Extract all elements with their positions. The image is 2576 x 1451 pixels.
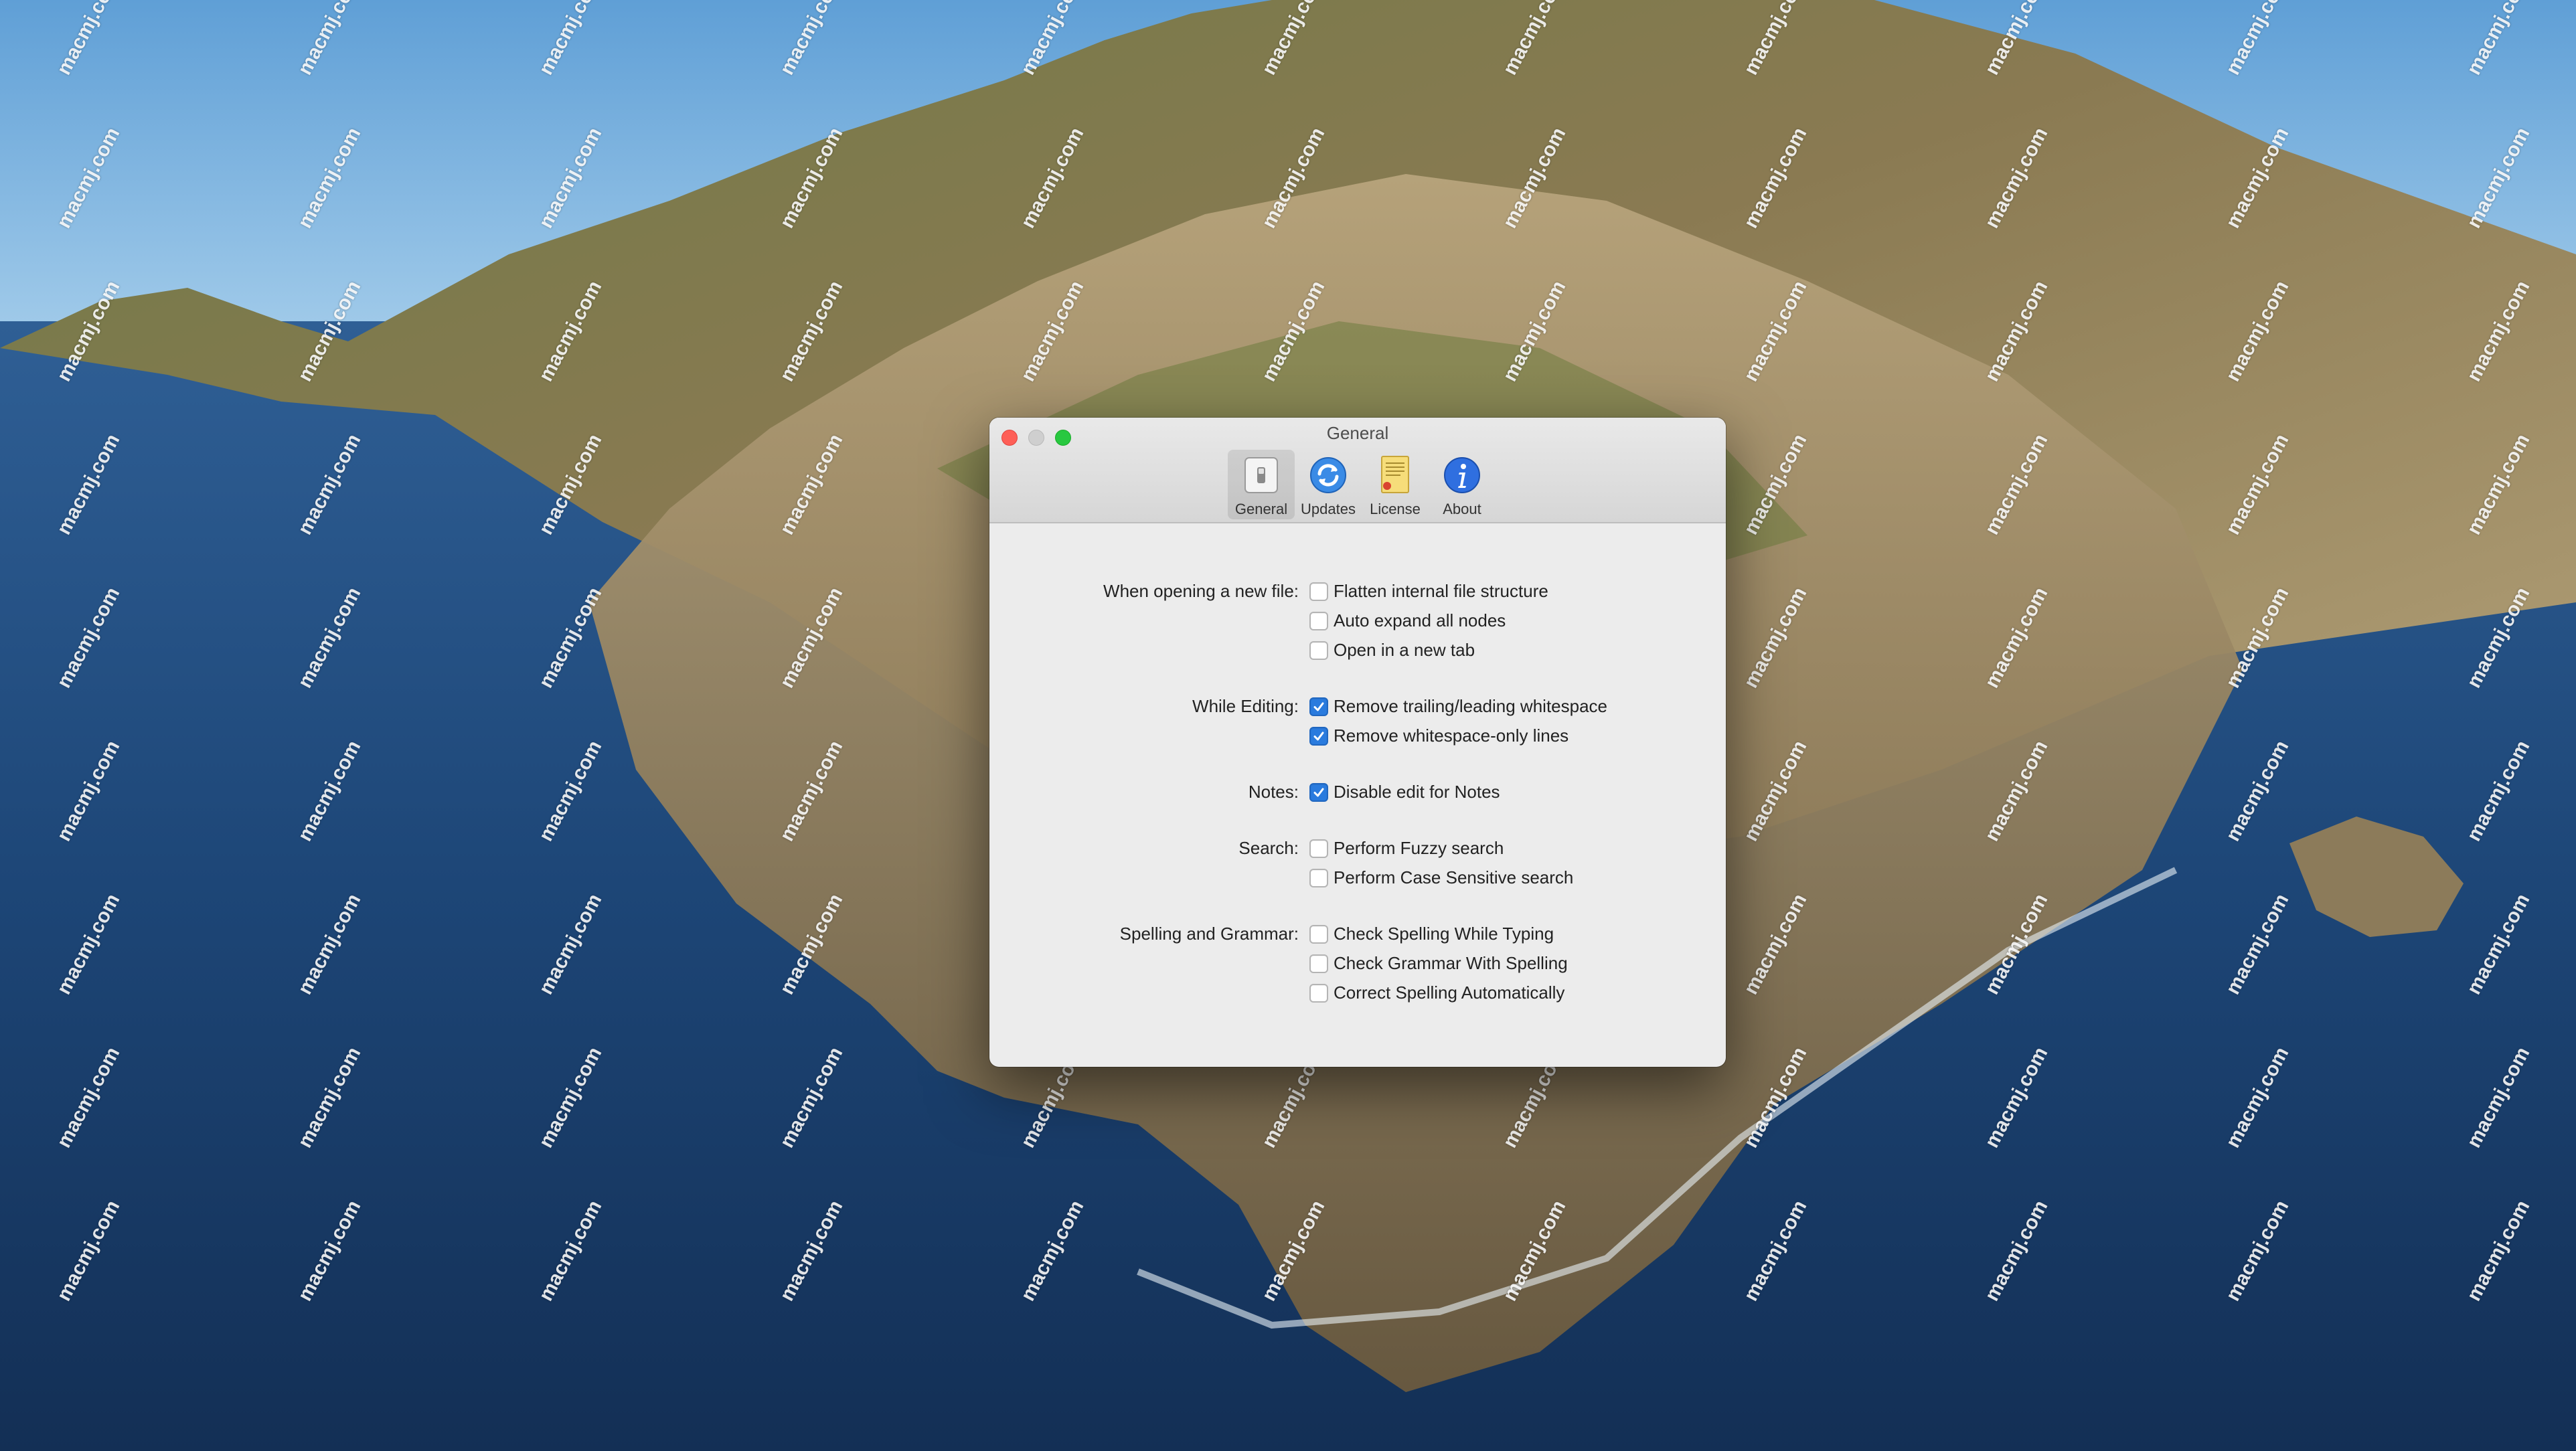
- toolbar-tab-updates[interactable]: Updates: [1295, 450, 1362, 519]
- checkbox-label[interactable]: Correct Spelling Automatically: [1334, 983, 1564, 1003]
- general-preferences-pane: When opening a new file: Flatten interna…: [989, 523, 1726, 1067]
- checkbox-label[interactable]: Check Spelling While Typing: [1334, 924, 1554, 944]
- group-label-notes: Notes:: [1248, 782, 1299, 802]
- checkbox-label[interactable]: Remove whitespace-only lines: [1334, 726, 1568, 746]
- disable-edit-notes-checkbox[interactable]: [1309, 783, 1328, 802]
- auto-expand-checkbox[interactable]: [1309, 612, 1328, 630]
- remove-trailing-whitespace-checkbox[interactable]: [1309, 697, 1328, 716]
- option-row[interactable]: Check Grammar With Spelling: [989, 950, 1726, 980]
- toolbar-tab-about[interactable]: About: [1429, 450, 1496, 519]
- check-grammar-checkbox[interactable]: [1309, 954, 1328, 973]
- flatten-structure-checkbox[interactable]: [1309, 582, 1328, 601]
- checkmark-icon: [1313, 788, 1324, 797]
- case-sensitive-search-checkbox[interactable]: [1309, 869, 1328, 887]
- group-label-search: Search:: [1238, 838, 1299, 858]
- option-row[interactable]: Perform Case Sensitive search: [989, 865, 1726, 894]
- toolbar-tab-label: About: [1443, 501, 1481, 517]
- option-row[interactable]: Notes: Disable edit for Notes: [989, 779, 1726, 808]
- window-title: General: [1326, 423, 1389, 443]
- checkbox-label[interactable]: Perform Case Sensitive search: [1334, 867, 1573, 888]
- checkmark-icon: [1313, 702, 1324, 711]
- license-certificate-icon: [1381, 456, 1409, 493]
- toolbar-tab-label: General: [1234, 501, 1288, 517]
- checkbox-label[interactable]: Disable edit for Notes: [1334, 782, 1500, 802]
- option-row[interactable]: Auto expand all nodes: [989, 608, 1726, 637]
- group-label-spelling: Spelling and Grammar:: [1119, 924, 1299, 944]
- check-spelling-checkbox[interactable]: [1309, 925, 1328, 944]
- option-row[interactable]: Correct Spelling Automatically: [989, 980, 1726, 1009]
- remove-whitespace-lines-checkbox[interactable]: [1309, 727, 1328, 746]
- option-row[interactable]: While Editing: Remove trailing/leading w…: [989, 693, 1726, 723]
- checkbox-label[interactable]: Flatten internal file structure: [1334, 581, 1548, 602]
- checkbox-label[interactable]: Auto expand all nodes: [1334, 610, 1506, 631]
- checkbox-label[interactable]: Remove trailing/leading whitespace: [1334, 696, 1607, 717]
- option-row[interactable]: When opening a new file: Flatten interna…: [989, 578, 1726, 608]
- desktop: macmj.com macmj.com macmj.com macmj.com macm…: [0, 0, 2576, 1451]
- checkbox-label[interactable]: Check Grammar With Spelling: [1334, 953, 1568, 974]
- option-row[interactable]: Spelling and Grammar: Check Spelling Whi…: [989, 921, 1726, 950]
- updates-refresh-icon: [1310, 457, 1346, 493]
- open-new-tab-checkbox[interactable]: [1309, 641, 1328, 660]
- correct-spelling-checkbox[interactable]: [1309, 984, 1328, 1003]
- about-info-icon: [1444, 457, 1480, 493]
- checkbox-label[interactable]: Perform Fuzzy search: [1334, 838, 1504, 859]
- toolbar-tab-label: Updates: [1301, 501, 1356, 517]
- toolbar-tab-label: License: [1370, 501, 1421, 517]
- group-label-editing: While Editing:: [1192, 696, 1299, 716]
- group-label-opening: When opening a new file:: [1103, 581, 1299, 601]
- window-titlebar[interactable]: General General Updates License About: [989, 418, 1726, 523]
- option-row[interactable]: Remove whitespace-only lines: [989, 723, 1726, 752]
- fuzzy-search-checkbox[interactable]: [1309, 839, 1328, 858]
- toolbar-tab-license[interactable]: License: [1362, 450, 1429, 519]
- option-row[interactable]: Open in a new tab: [989, 637, 1726, 667]
- checkbox-label[interactable]: Open in a new tab: [1334, 640, 1475, 661]
- preferences-toolbar: General Updates License About: [1228, 450, 1496, 519]
- option-row[interactable]: Search: Perform Fuzzy search: [989, 835, 1726, 865]
- preferences-window[interactable]: General General Updates License About Wh…: [989, 418, 1726, 1067]
- toolbar-tab-general[interactable]: General: [1228, 450, 1295, 519]
- general-switch-icon: [1244, 457, 1278, 493]
- checkmark-icon: [1313, 732, 1324, 741]
